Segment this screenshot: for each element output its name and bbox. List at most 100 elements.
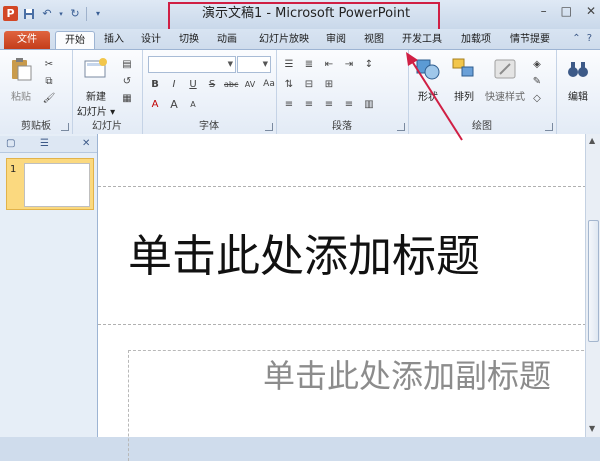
paste-button[interactable]: 粘贴 — [6, 56, 36, 103]
copy-icon[interactable]: ⧉ — [42, 75, 56, 88]
arrange-label: 排列 — [454, 92, 474, 103]
slide-canvas[interactable]: 单击此处添加标题 单击此处添加副标题 — [98, 134, 599, 461]
bullets-icon[interactable]: ☰ — [282, 58, 296, 71]
bold-button[interactable]: B — [148, 78, 162, 91]
separator — [86, 6, 87, 21]
format-painter-icon[interactable]: 🖌 — [42, 92, 56, 105]
tab-file[interactable]: 文件 — [4, 31, 50, 49]
justify-icon[interactable]: ≡ — [342, 98, 356, 111]
clipboard-small-buttons: ✂ ⧉ 🖌 — [42, 58, 56, 105]
customize-qat-icon[interactable]: ▾ — [91, 7, 105, 21]
cut-icon[interactable]: ✂ — [42, 58, 56, 71]
decrease-indent-icon[interactable]: ⇤ — [322, 58, 336, 71]
editing-button[interactable]: 编辑 — [562, 56, 594, 103]
paragraph-launcher-icon[interactable] — [397, 123, 405, 131]
char-spacing-button[interactable]: AV — [243, 78, 257, 91]
tab-review[interactable]: 审阅 — [323, 31, 349, 49]
paragraph-group: ☰ ≣ ⇤ ⇥ ↕ ⇅ ⊟ ⊞ ≡ ≡ ≡ ≡ ▥ 段落 — [276, 50, 409, 134]
redo-icon[interactable]: ↻ — [68, 7, 82, 21]
close-panel-icon[interactable]: ✕ — [82, 138, 90, 149]
slides-group-label: 幻灯片 — [92, 121, 122, 132]
binoculars-icon — [568, 62, 588, 77]
help-icon[interactable]: ? — [587, 33, 592, 44]
paragraph-row-1: ☰ ≣ ⇤ ⇥ ↕ — [282, 58, 376, 71]
collapse-ribbon-icon[interactable]: ⌃ — [572, 33, 580, 44]
smartart-icon[interactable]: ⊞ — [322, 78, 336, 91]
shapes-icon — [416, 59, 440, 80]
slide-thumbnail-1[interactable] — [6, 158, 94, 210]
align-right-icon[interactable]: ≡ — [322, 98, 336, 111]
scroll-thumb[interactable] — [588, 220, 599, 342]
abc-strike-button[interactable]: abc — [224, 78, 238, 91]
tab-developer[interactable]: 开发工具 — [398, 31, 446, 49]
tab-slideshow[interactable]: 幻灯片放映 — [254, 31, 314, 49]
drawing-launcher-icon[interactable] — [545, 123, 553, 131]
undo-icon[interactable]: ↶ — [40, 7, 54, 21]
editing-group: 编辑 — [556, 50, 600, 134]
tab-addins[interactable]: 加载项 — [457, 31, 495, 49]
reset-icon[interactable]: ↺ — [120, 75, 134, 88]
quick-styles-label: 快速样式 — [485, 92, 525, 103]
close-button[interactable]: ✕ — [586, 4, 596, 18]
shape-effects-icon[interactable]: ◇ — [530, 92, 544, 105]
scroll-up-icon[interactable]: ▲ — [589, 136, 595, 145]
dropdown-small-icon[interactable]: ▾ — [58, 7, 64, 21]
font-color-button[interactable]: A — [148, 98, 162, 111]
font-group: ▼ ▼ B I U S abc AV Aa A A A 字体 — [142, 50, 277, 134]
layout-icon[interactable]: ▤ — [120, 58, 134, 71]
slides-tab-icon[interactable]: ▢ — [6, 138, 15, 149]
ribbon-right-controls: ⌃ ? — [572, 33, 592, 44]
subtitle-placeholder[interactable]: 单击此处添加副标题 — [263, 351, 551, 397]
save-icon[interactable] — [22, 7, 36, 21]
paragraph-group-label: 段落 — [332, 121, 352, 132]
shapes-button[interactable]: 形状 — [412, 56, 444, 103]
minimize-button[interactable]: – — [541, 4, 547, 18]
line-spacing-icon[interactable]: ↕ — [362, 58, 376, 71]
font-name-combo[interactable]: ▼ — [148, 56, 236, 73]
strikethrough-button[interactable]: S — [205, 78, 219, 91]
quick-access-toolbar: P ↶ ▾ ↻ ▾ — [3, 6, 105, 21]
quick-styles-button[interactable]: 快速样式 — [482, 56, 528, 103]
columns-icon[interactable]: ▥ — [362, 98, 376, 111]
font-size-combo[interactable]: ▼ — [237, 56, 271, 73]
scroll-down-icon[interactable]: ▼ — [589, 424, 595, 433]
shape-fill-icon[interactable]: ◈ — [530, 58, 544, 71]
paste-label: 粘贴 — [11, 92, 31, 103]
clipboard-launcher-icon[interactable] — [61, 123, 69, 131]
guide-line-middle — [98, 324, 586, 325]
outline-tab-icon[interactable]: ☰ — [40, 138, 49, 149]
shape-outline-icon[interactable]: ✎ — [530, 75, 544, 88]
tab-storyboarding[interactable]: 情节提要 — [505, 31, 555, 49]
shrink-font-button[interactable]: A — [186, 98, 200, 111]
underline-button[interactable]: U — [186, 78, 200, 91]
tab-home[interactable]: 开始 — [55, 31, 95, 51]
tab-animations[interactable]: 动画 — [214, 31, 240, 49]
numbering-icon[interactable]: ≣ — [302, 58, 316, 71]
arrange-icon — [452, 58, 474, 77]
tab-transitions[interactable]: 切换 — [176, 31, 202, 49]
align-left-icon[interactable]: ≡ — [282, 98, 296, 111]
arrange-button[interactable]: 排列 — [448, 56, 480, 103]
powerpoint-logo-icon[interactable]: P — [3, 6, 18, 21]
paragraph-row-3: ≡ ≡ ≡ ≡ ▥ — [282, 98, 376, 111]
title-bar: P ↶ ▾ ↻ ▾ 演示文稿1 - Microsoft PowerPoint –… — [0, 0, 600, 29]
text-direction-icon[interactable]: ⇅ — [282, 78, 296, 91]
editing-label: 编辑 — [568, 92, 588, 103]
italic-button[interactable]: I — [167, 78, 181, 91]
maximize-button[interactable]: □ — [561, 4, 572, 18]
title-placeholder[interactable]: 单击此处添加标题 — [128, 220, 600, 284]
section-icon[interactable]: ▦ — [120, 92, 134, 105]
align-text-icon[interactable]: ⊟ — [302, 78, 316, 91]
vertical-scrollbar[interactable]: ▲ ▼ — [585, 134, 600, 437]
increase-indent-icon[interactable]: ⇥ — [342, 58, 356, 71]
tab-insert[interactable]: 插入 — [101, 31, 127, 49]
tab-view[interactable]: 视图 — [361, 31, 387, 49]
subtitle-placeholder-box[interactable]: 单击此处添加副标题 — [128, 350, 599, 461]
grow-font-button[interactable]: A — [167, 98, 181, 111]
font-launcher-icon[interactable] — [265, 123, 273, 131]
tab-design[interactable]: 设计 — [138, 31, 164, 49]
slides-group: 新建 幻灯片 ▾ ▤ ↺ ▦ 幻灯片 — [72, 50, 143, 134]
new-slide-button[interactable]: 新建 幻灯片 ▾ — [76, 56, 116, 118]
align-center-icon[interactable]: ≡ — [302, 98, 316, 111]
change-case-button[interactable]: Aa — [262, 78, 276, 91]
